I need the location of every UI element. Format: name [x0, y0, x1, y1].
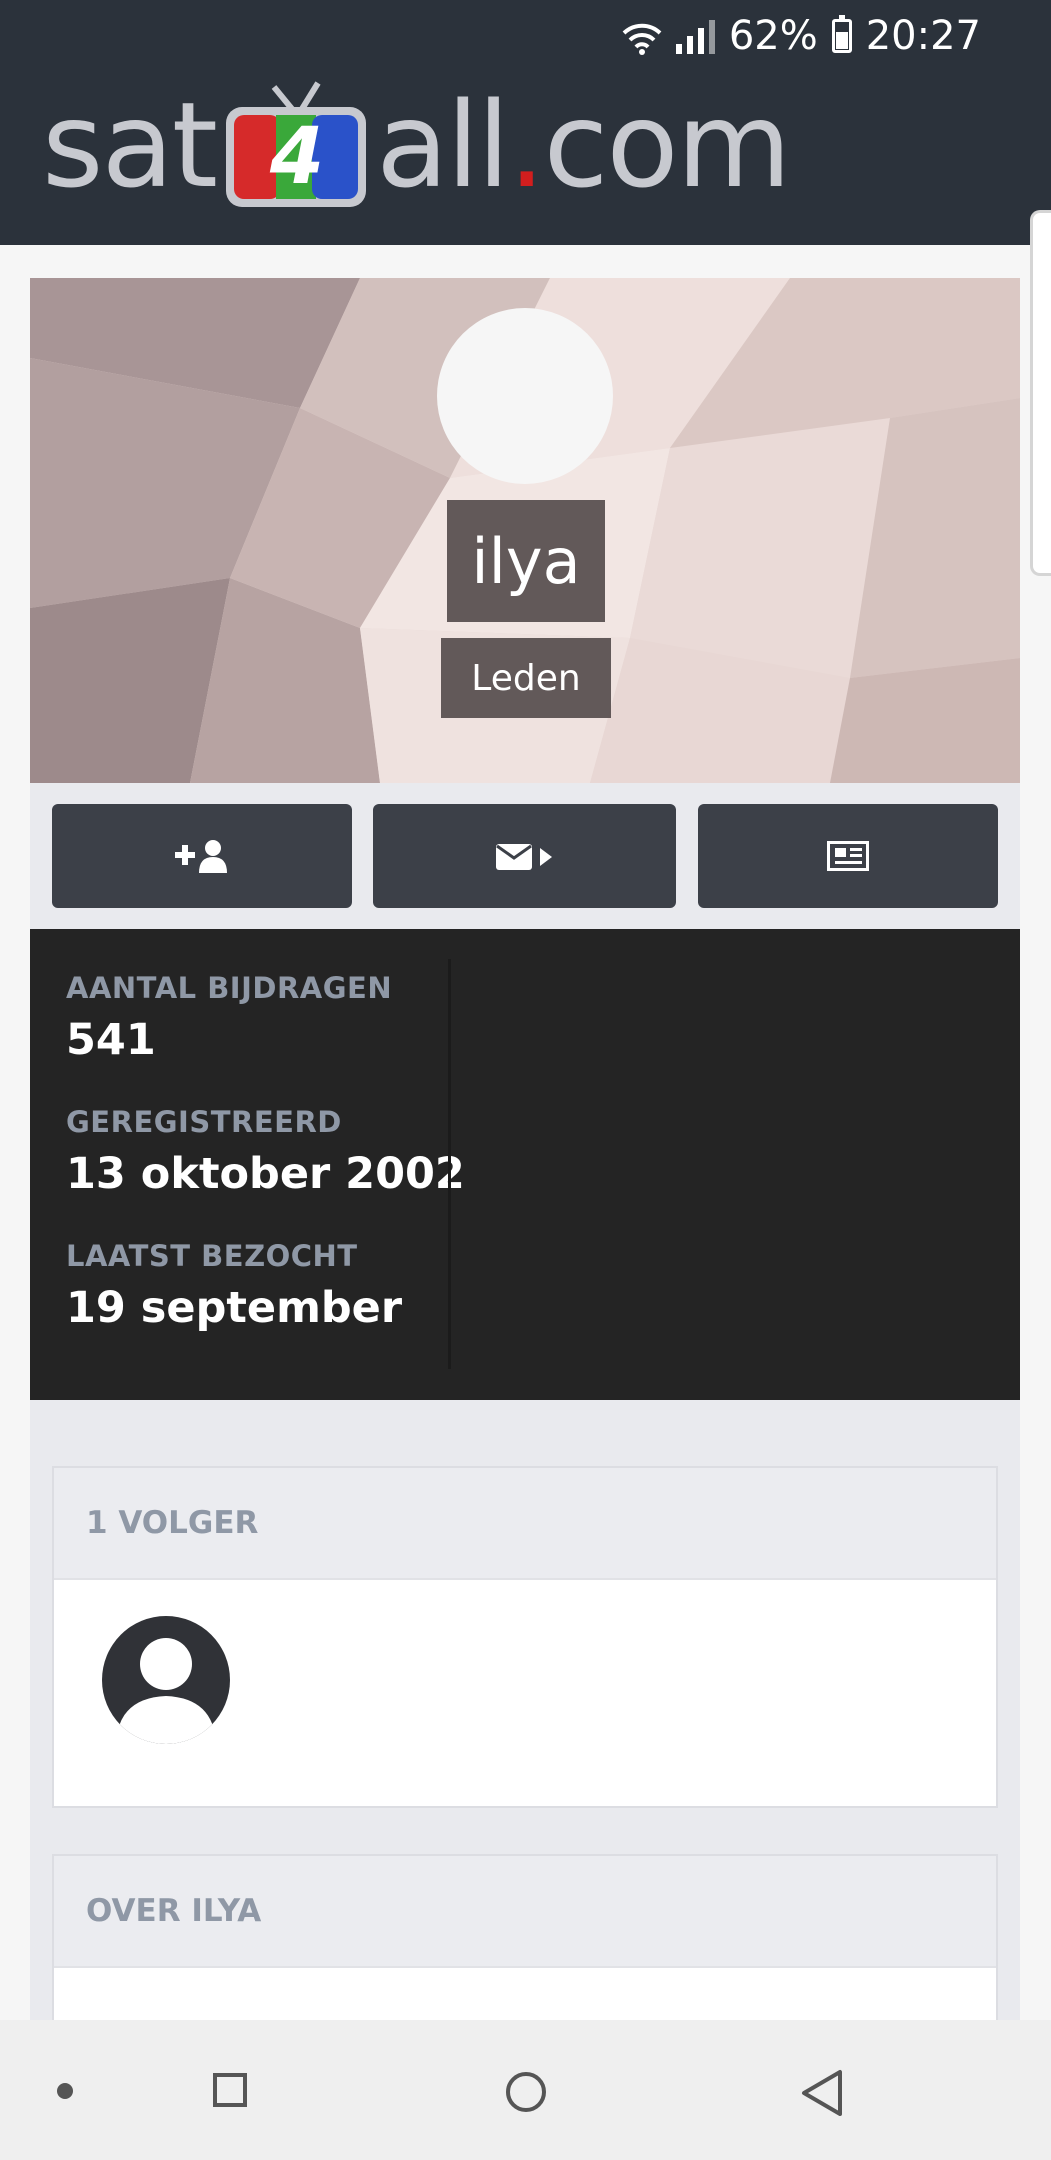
tv-logo-icon: 4	[222, 79, 370, 211]
stats-divider	[448, 959, 451, 1369]
stat-value: 541	[66, 1015, 156, 1065]
battery-percent: 62%	[728, 13, 818, 59]
stat-value: 13 oktober 2002	[66, 1149, 465, 1199]
profile-stats: AANTAL BIJDRAGEN 541 GEREGISTREERD 13 ok…	[30, 929, 1020, 1401]
newspaper-icon	[827, 841, 869, 871]
profile-card: ilya Leden AANTAL BIJDRAGEN 541 GEREGIST…	[30, 278, 1020, 1401]
stat-registered: GEREGISTREERD 13 oktober 2002	[66, 1105, 465, 1199]
clock: 20:27	[865, 13, 981, 59]
wifi-icon	[622, 19, 662, 55]
side-drawer-handle[interactable]	[1030, 210, 1051, 576]
profile-actions	[30, 783, 1020, 929]
signal-icon	[675, 18, 715, 54]
follow-button[interactable]	[52, 804, 352, 908]
logo-text-sat: sat	[42, 76, 218, 214]
message-button[interactable]	[373, 804, 676, 908]
profile-role-badge: Leden	[441, 638, 611, 718]
battery-icon	[831, 15, 852, 53]
follower-avatar[interactable]	[102, 1616, 230, 1744]
followers-panel: 1 VOLGER	[52, 1466, 998, 1808]
stat-last-visit: LAATST BEZOCHT 19 september	[66, 1239, 402, 1333]
logo-tv-number: 4	[269, 112, 322, 202]
profile-cover: ilya Leden	[30, 278, 1020, 783]
recents-icon[interactable]	[213, 2073, 247, 2107]
logo-text-com: com	[543, 76, 791, 214]
about-title: OVER ILYA	[54, 1856, 996, 1968]
logo-text-all: all	[376, 76, 510, 214]
nav-menu-dot-icon[interactable]	[57, 2083, 73, 2099]
default-user-icon	[116, 1638, 216, 1744]
envelope-icon	[495, 844, 552, 870]
logo-dot: .	[507, 76, 545, 214]
stat-value: 19 september	[66, 1283, 403, 1333]
stat-posts: AANTAL BIJDRAGEN 541	[66, 971, 392, 1065]
profile-name: ilya	[447, 500, 605, 622]
stat-label: GEREGISTREERD	[66, 1105, 342, 1139]
followers-title: 1 VOLGER	[54, 1468, 996, 1580]
back-icon[interactable]	[800, 2068, 844, 2118]
app-header: 62% 20:27 sat 4 all. com	[0, 0, 1051, 245]
status-bar: 62% 20:27	[622, 8, 981, 64]
user-plus-icon	[175, 840, 227, 873]
stat-label: AANTAL BIJDRAGEN	[66, 971, 393, 1005]
stat-label: LAATST BEZOCHT	[66, 1239, 358, 1273]
content-button[interactable]	[698, 804, 998, 908]
profile-avatar[interactable]	[437, 308, 613, 484]
home-icon[interactable]	[506, 2072, 546, 2112]
site-logo[interactable]: sat 4 all. com	[42, 70, 792, 220]
